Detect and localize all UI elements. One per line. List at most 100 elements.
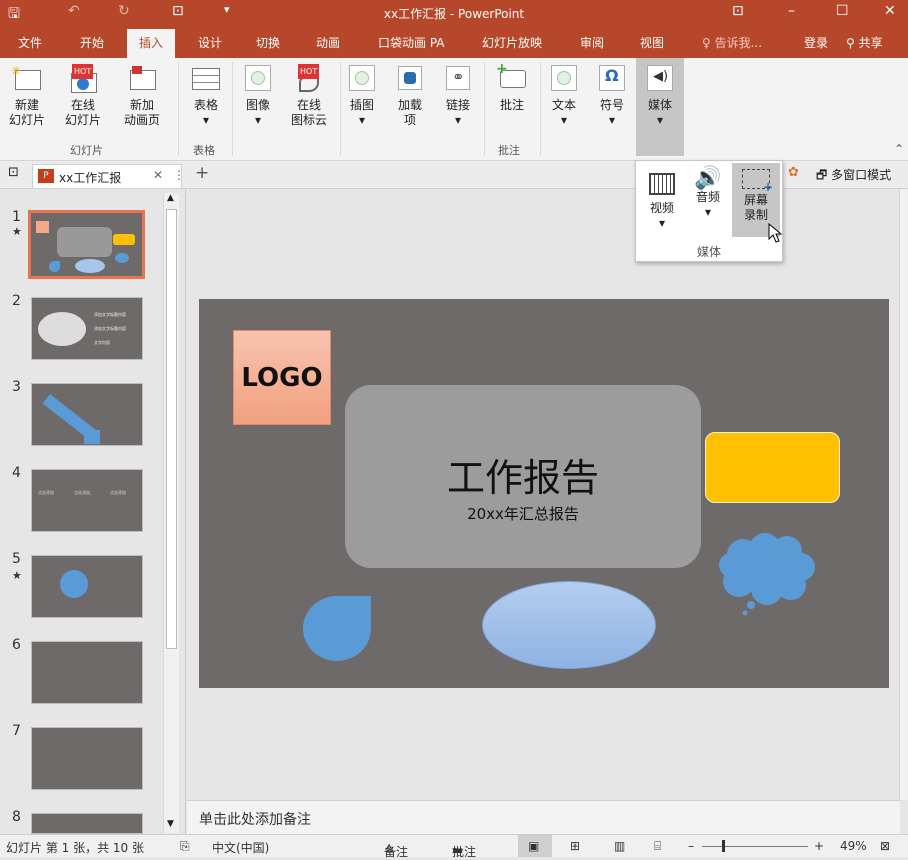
minimize-icon[interactable]: – xyxy=(788,3,795,19)
zoom-slider-thumb[interactable] xyxy=(722,840,725,852)
zoom-level[interactable]: 49% xyxy=(840,839,867,853)
ribbon-insert: ✳ 新建 幻灯片 HOT 在线 幻灯片 新加 动画页 幻灯片 表格 ▾ 表格 图像… xyxy=(0,58,908,161)
ribbon-display-icon[interactable]: ⊡ xyxy=(732,3,744,19)
slide-thumb-2[interactable]: 添加文字标题内容 添加文字标题内容 文字内容 xyxy=(31,297,143,360)
speaker-icon: 🔊 xyxy=(694,166,722,191)
new-slide-button[interactable]: ✳ 新建 幻灯片 xyxy=(4,64,50,128)
person-icon: ⚲ xyxy=(846,36,859,50)
tab-insert[interactable]: 插入 xyxy=(127,29,176,58)
multi-window-button[interactable]: 🗗 多窗口模式 xyxy=(816,166,891,187)
doc-tab[interactable]: P xx工作汇报 ✕ ⋮ xyxy=(32,164,185,188)
image-label: 图像 xyxy=(245,98,270,112)
icon-cloud-button[interactable]: HOT 在线 图标云 xyxy=(286,64,332,128)
lightbulb-icon: ♀ xyxy=(702,36,715,50)
animation-star-icon: ★ xyxy=(12,569,22,582)
tab-pocket-animation[interactable]: 口袋动画 PA xyxy=(378,34,445,51)
spellcheck-icon[interactable]: ⎘ xyxy=(180,839,190,854)
tab-review[interactable]: 审阅 xyxy=(580,34,604,51)
slide-thumb-6[interactable] xyxy=(31,641,143,704)
teardrop-shape[interactable] xyxy=(303,596,371,661)
close-tab-icon[interactable]: ✕ xyxy=(153,168,163,182)
slide-sorter-icon[interactable]: ⊞ xyxy=(570,839,580,853)
gear-icon[interactable]: ✿ xyxy=(788,165,799,180)
symbol-button[interactable]: Ω 符号 ▾ xyxy=(594,64,630,128)
comments-label: 批注 xyxy=(452,845,477,859)
tab-design[interactable]: 设计 xyxy=(198,34,222,51)
table-button[interactable]: 表格 ▾ xyxy=(188,64,224,128)
tab-file[interactable]: 文件 xyxy=(18,34,42,51)
powerpoint-icon: P xyxy=(38,169,54,183)
editor-scrollbar[interactable] xyxy=(899,189,908,800)
slide-subtitle: 20xx年汇总报告 xyxy=(467,505,579,523)
scroll-up-icon[interactable]: ▲ xyxy=(167,193,174,203)
yellow-rectangle[interactable] xyxy=(705,432,840,503)
ellipse-shape[interactable] xyxy=(482,581,656,669)
share-button[interactable]: ⚲ 共享 xyxy=(846,34,883,51)
thumb-text: 添加文字标题内容 xyxy=(94,326,126,331)
window-title: xx工作汇报 - PowerPoint xyxy=(383,7,525,21)
slide-thumb-4[interactable]: 点击添加 点击添加 点击添加 xyxy=(31,469,143,532)
video-button[interactable]: 视频 ▾ xyxy=(642,167,682,231)
slide-thumb-5[interactable] xyxy=(31,555,143,618)
current-slide[interactable]: LOGO 工作报告 20xx年汇总报告 xyxy=(199,299,889,688)
image-button[interactable]: 图像 ▾ xyxy=(240,64,276,128)
share-label: 共享 xyxy=(858,36,883,50)
tab-animations[interactable]: 动画 xyxy=(316,34,340,51)
scrollbar-thumb[interactable] xyxy=(166,209,177,649)
audio-button[interactable]: 🔊 音频 ▾ xyxy=(688,167,728,220)
media-button[interactable]: ◀) 媒体 ▾ xyxy=(636,58,684,156)
tab-list-icon[interactable]: ⊡ xyxy=(8,165,19,180)
mouse-cursor-icon xyxy=(768,223,783,243)
tab-home[interactable]: 开始 xyxy=(80,34,104,51)
leaf-icon: HOT xyxy=(293,64,325,94)
illustration-icon xyxy=(346,64,378,94)
comment-button[interactable]: + 批注 xyxy=(492,62,532,113)
close-icon[interactable]: ✕ xyxy=(884,3,896,19)
slide-number: 5 xyxy=(12,551,21,567)
chevron-down-icon: ▾ xyxy=(358,113,366,127)
tab-view[interactable]: 视图 xyxy=(640,34,664,51)
reading-view-icon[interactable]: ▥ xyxy=(614,839,625,853)
slide-thumb-7[interactable] xyxy=(31,727,143,790)
slide-number: 2 xyxy=(12,293,21,309)
illustration-button[interactable]: 插图 ▾ xyxy=(344,64,380,128)
icon-cloud-label: 在线 图标云 xyxy=(290,98,327,127)
thumb-text: 点击添加 xyxy=(110,490,126,495)
zoom-slider[interactable] xyxy=(702,846,808,847)
more-icon[interactable]: ⋮ xyxy=(173,168,185,182)
slideshow-icon[interactable]: ⌸ xyxy=(654,839,661,854)
online-slide-button[interactable]: HOT 在线 幻灯片 xyxy=(58,64,108,128)
addin-label: 加载 项 xyxy=(397,98,422,127)
text-button[interactable]: 文本 ▾ xyxy=(546,64,582,128)
tab-transitions[interactable]: 切换 xyxy=(256,34,280,51)
chevron-down-icon: ▾ xyxy=(454,113,462,127)
link-icon: ⚭ xyxy=(442,64,474,94)
fit-to-window-icon[interactable]: ⊠ xyxy=(880,839,890,853)
hot-badge: HOT xyxy=(72,64,94,79)
tell-me-input[interactable]: ♀ 告诉我... xyxy=(702,34,762,51)
drop-thumb xyxy=(49,261,60,272)
audio-label: 音频 xyxy=(695,190,720,204)
logo-box[interactable]: LOGO xyxy=(233,330,331,425)
new-anim-button[interactable]: 新加 动画页 xyxy=(114,64,170,128)
collapse-ribbon-icon[interactable]: ⌃ xyxy=(894,142,904,156)
slide-thumb-8[interactable] xyxy=(31,813,143,834)
zoom-in-icon[interactable]: + xyxy=(814,839,824,853)
thumbnail-scrollbar[interactable]: ▲ ▼ xyxy=(163,193,179,833)
maximize-icon[interactable]: ☐ xyxy=(836,3,849,19)
box-thumb xyxy=(84,430,100,444)
slide-thumb-3[interactable] xyxy=(31,383,143,446)
addin-button[interactable]: 加载 项 xyxy=(392,64,428,128)
tab-slideshow[interactable]: 幻灯片放映 xyxy=(482,34,542,51)
language[interactable]: 中文(中国) xyxy=(212,839,269,856)
add-tab-icon[interactable]: + xyxy=(195,163,209,183)
notes-pane[interactable]: 单击此处添加备注 xyxy=(187,800,900,834)
scroll-down-icon[interactable]: ▼ xyxy=(167,819,174,829)
cloud-callout[interactable] xyxy=(715,533,819,619)
slide-thumb-1[interactable] xyxy=(28,210,145,279)
title-box[interactable]: 工作报告 20xx年汇总报告 xyxy=(345,385,701,568)
zoom-out-icon[interactable]: – xyxy=(688,839,694,853)
separator xyxy=(340,62,341,156)
link-button[interactable]: ⚭ 链接 ▾ xyxy=(440,64,476,128)
sign-in-link[interactable]: 登录 xyxy=(804,34,828,51)
